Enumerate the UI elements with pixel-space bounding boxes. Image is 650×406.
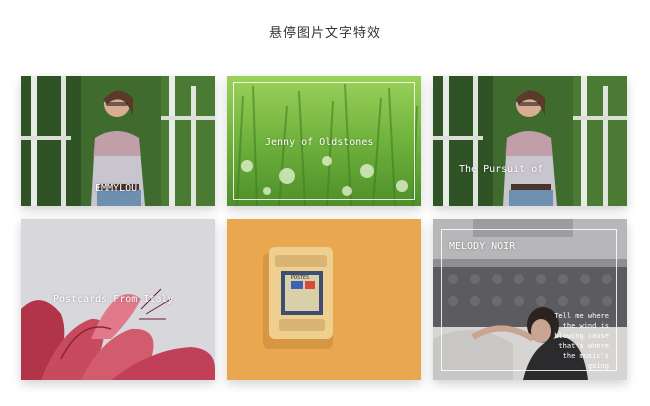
image-card-mailbox[interactable]: POSTES [227, 219, 421, 380]
image-card-pursuit[interactable]: The Pursuit of [433, 76, 627, 206]
card-caption: Postcards From Italy [53, 294, 174, 305]
garden-woman-photo [433, 76, 627, 206]
card-paragraph: Tell me where the wind is blowing cause … [539, 311, 609, 371]
paragraph-line: Tell me where [554, 312, 609, 320]
card-caption: EMMYLOU [95, 183, 138, 194]
image-card-melody[interactable]: MELODY NOIR Tell me where the wind is bl… [433, 219, 627, 380]
paragraph-line: blowing cause [554, 332, 609, 340]
mailbox-wall-photo [227, 219, 421, 380]
paragraph-line: that's where [558, 342, 609, 350]
paragraph-line: the wind is [562, 322, 609, 330]
card-caption: Jenny of Oldstones [265, 137, 374, 148]
paragraph-line: going [587, 362, 609, 370]
page: 悬停图片文字特效 EMMYLOU Jenny of Oldstones The … [0, 0, 650, 406]
paragraph-line: the music's [562, 352, 609, 360]
image-card-emmylou[interactable]: EMMYLOU [21, 76, 215, 206]
mailbox-sign: POSTES [291, 275, 310, 281]
card-caption: MELODY NOIR [449, 241, 516, 252]
image-card-jenny[interactable]: Jenny of Oldstones [227, 76, 421, 206]
page-title: 悬停图片文字特效 [268, 26, 381, 41]
card-caption: The Pursuit of [459, 164, 544, 175]
image-card-postcards[interactable]: Postcards From Italy [21, 219, 215, 380]
